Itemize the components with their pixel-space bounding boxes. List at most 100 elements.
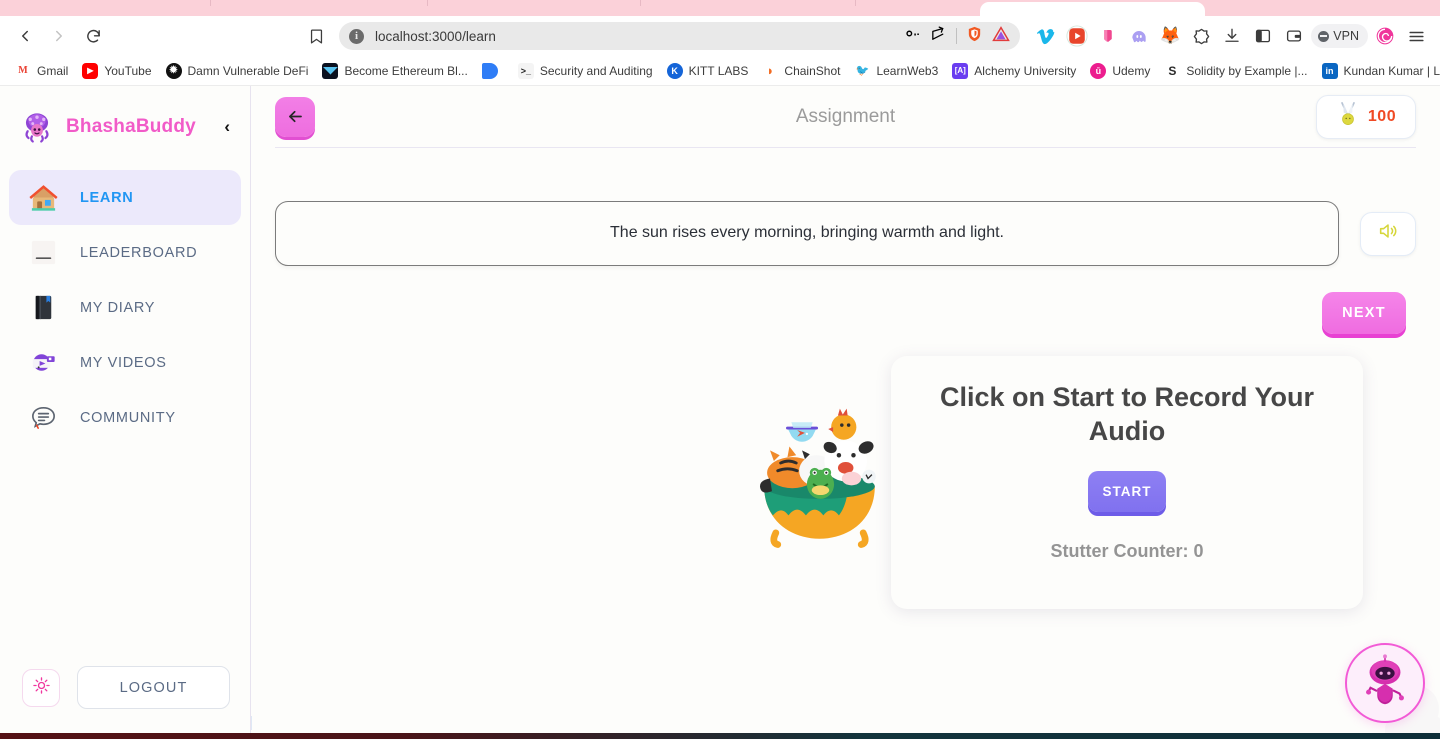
bookmark-item[interactable]: ▶ YouTube: [76, 60, 157, 82]
sentence-card: The sun rises every morning, bringing wa…: [275, 201, 1339, 266]
bookmark-label: KITT LABS: [688, 63, 749, 78]
bookmark-this-page-icon[interactable]: [301, 21, 331, 51]
bhashabuddy-app: BhashaBuddy ‹ LEARN LEADERBOARD MY DIARY…: [0, 86, 1440, 739]
page-edge-divider: [251, 716, 252, 730]
screen-recorder-icon[interactable]: [1063, 22, 1091, 50]
vpn-label: VPN: [1333, 29, 1359, 43]
sidebar-item-label: MY VIDEOS: [80, 354, 167, 371]
os-taskbar-strip: [0, 733, 1440, 739]
bookmark-item[interactable]: S Solidity by Example |...: [1158, 60, 1313, 82]
phantom-wallet-icon[interactable]: [1125, 22, 1153, 50]
robot-assistant-avatar: [1356, 652, 1414, 715]
browser-extension-icons: 🦊 VPN: [1032, 22, 1430, 50]
bookmark-label: YouTube: [104, 63, 152, 78]
sidebar-item-leaderboard[interactable]: LEADERBOARD: [9, 225, 241, 280]
play-audio-button[interactable]: [1360, 211, 1416, 256]
owl-icon: ◥◤: [322, 62, 339, 79]
sidebar-panel-icon[interactable]: [1249, 22, 1277, 50]
sentence-text: The sun rises every morning, bringing wa…: [610, 224, 1004, 242]
bookmark-item[interactable]: [A] Alchemy University: [946, 60, 1082, 82]
sidebar-brand[interactable]: BhashaBuddy ‹: [0, 86, 250, 144]
page-title: Assignment: [795, 105, 896, 127]
share-icon[interactable]: [930, 25, 947, 47]
metamask-fox-icon[interactable]: 🦊: [1156, 22, 1184, 50]
solidity-icon: S: [1164, 62, 1181, 79]
sun-icon: [32, 676, 51, 700]
bookmark-label: Damn Vulnerable DeFi: [187, 63, 309, 78]
rabby-wallet-icon[interactable]: [1187, 22, 1215, 50]
logout-button[interactable]: LOGOUT: [77, 666, 230, 709]
bookmark-label: LearnWeb3: [876, 63, 939, 78]
points-value: 100: [1367, 107, 1397, 125]
theme-toggle-button[interactable]: [22, 668, 60, 707]
bookmark-item[interactable]: ◥◤ Become Ethereum Bl...: [316, 60, 473, 82]
browser-tab-strip[interactable]: [0, 0, 1440, 16]
browser-back-button[interactable]: [10, 21, 40, 51]
sentence-row: The sun rises every morning, bringing wa…: [275, 201, 1416, 266]
vimeo-icon[interactable]: [1032, 22, 1060, 50]
active-browser-tab[interactable]: [980, 2, 1205, 16]
site-info-icon[interactable]: i: [349, 28, 364, 44]
assignment-content: The sun rises every morning, bringing wa…: [251, 201, 1440, 739]
sidebar-item-label: LEARN: [80, 189, 134, 206]
points-badge[interactable]: 100: [1316, 94, 1416, 139]
bookmark-item[interactable]: M Gmail: [9, 60, 74, 82]
browser-toolbar: i localhost:3000/learn 🦊 VPN: [0, 16, 1440, 56]
bookmark-item[interactable]: 🐦 LearnWeb3: [848, 60, 944, 82]
sidebar-item-my-videos[interactable]: MY VIDEOS: [9, 335, 241, 390]
app-sidebar: BhashaBuddy ‹ LEARN LEADERBOARD MY DIARY…: [0, 86, 251, 736]
bookmark-item[interactable]: ◗ ChainShot: [756, 60, 846, 82]
sidebar-item-my-diary[interactable]: MY DIARY: [9, 280, 241, 335]
sidebar-item-community[interactable]: COMMUNITY: [9, 390, 241, 445]
bookmark-label: Alchemy University: [974, 63, 1077, 78]
bookmark-label: Kundan Kumar | Linke...: [1343, 63, 1440, 78]
profile-avatar-icon[interactable]: [1371, 22, 1399, 50]
bookmark-item[interactable]: K KITT LABS: [661, 60, 755, 82]
bookmark-item[interactable]: ✹ Damn Vulnerable DeFi: [160, 60, 315, 82]
hamburger-menu-icon[interactable]: [1402, 22, 1430, 50]
sidebar-item-label: LEADERBOARD: [80, 244, 198, 261]
next-button[interactable]: NEXT: [1322, 292, 1406, 334]
address-bar-url[interactable]: localhost:3000/learn: [375, 29, 904, 44]
browser-reload-button[interactable]: [78, 21, 108, 51]
bookmark-item[interactable]: [476, 60, 510, 82]
bookmark-item[interactable]: >_ Security and Auditing: [512, 60, 659, 82]
browser-forward-button[interactable]: [44, 21, 74, 51]
blue-bookmark-icon: [481, 62, 498, 79]
downloads-icon[interactable]: [1218, 22, 1246, 50]
chat-bubble-icon: [26, 401, 60, 435]
bookmark-label: Security and Auditing: [539, 63, 653, 78]
bookmark-item[interactable]: in Kundan Kumar | Linke...: [1316, 60, 1440, 82]
chainshot-icon: ◗: [762, 62, 779, 79]
brave-shield-icon[interactable]: [966, 25, 983, 48]
stutter-counter: Stutter Counter: 0: [1050, 540, 1204, 561]
next-row: NEXT: [275, 292, 1416, 334]
sidebar-item-label: MY DIARY: [80, 299, 156, 316]
chevron-left-icon[interactable]: ‹: [218, 117, 236, 137]
record-audio-card: Click on Start to Record Your Audio STAR…: [891, 356, 1363, 609]
bookmark-item[interactable]: ū Udemy: [1084, 60, 1156, 82]
animals-in-basket-illustration: [737, 397, 902, 562]
udemy-icon: ū: [1090, 62, 1107, 79]
video-icon: [26, 346, 60, 380]
house-icon: [26, 181, 60, 215]
assistant-fab-button[interactable]: [1345, 643, 1425, 723]
wallet-icon[interactable]: [1280, 22, 1308, 50]
page-header: Assignment 100: [275, 86, 1416, 148]
bookmark-label: Gmail: [37, 63, 69, 78]
kitt-labs-icon: K: [666, 62, 683, 79]
pocket-icon[interactable]: [1094, 22, 1122, 50]
main-content: Assignment 100 The sun rises every morni…: [251, 86, 1440, 739]
address-bar[interactable]: i localhost:3000/learn: [339, 22, 1021, 50]
password-key-icon[interactable]: [904, 25, 921, 47]
start-label: START: [1102, 483, 1152, 499]
warning-triangle-icon[interactable]: [992, 25, 1011, 48]
back-button[interactable]: [275, 96, 315, 137]
bookmark-label: Solidity by Example |...: [1186, 63, 1308, 78]
brand-name: BhashaBuddy: [66, 116, 196, 137]
start-recording-button[interactable]: START: [1088, 470, 1166, 512]
vpn-toggle-button[interactable]: VPN: [1311, 24, 1368, 48]
sidebar-item-learn[interactable]: LEARN: [9, 170, 241, 225]
browser-window: i localhost:3000/learn 🦊 VPN M Gmail ▶ Y…: [0, 0, 1440, 739]
bookmark-label: ChainShot: [784, 63, 841, 78]
